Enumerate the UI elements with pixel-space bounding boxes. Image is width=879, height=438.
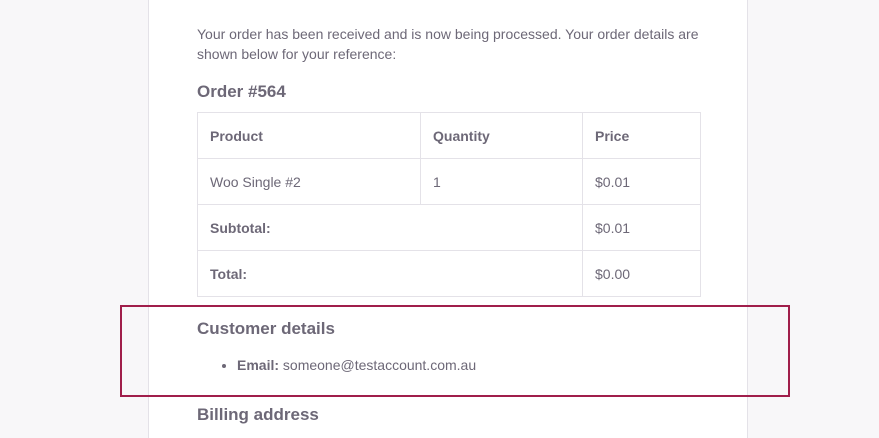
billing-address-title: Billing address: [197, 405, 319, 424]
total-row: Total: $0.00: [197, 250, 701, 297]
order-table: Product Quantity Price Woo Single #2 1 $…: [197, 112, 701, 297]
header-quantity: Quantity: [420, 112, 583, 159]
cell-product: Woo Single #2: [197, 158, 421, 205]
table-row: Woo Single #2 1 $0.01: [197, 158, 701, 205]
customer-details-title: Customer details: [197, 319, 335, 338]
cell-price: $0.01: [582, 158, 701, 205]
list-item: Email: someone@testaccount.com.au: [237, 355, 476, 375]
total-label: Total:: [197, 250, 583, 297]
header-price: Price: [582, 112, 701, 159]
cell-quantity: 1: [420, 158, 583, 205]
email-value: someone@testaccount.com.au: [282, 357, 477, 373]
email-preview-page: Your order has been received and is now …: [0, 0, 879, 438]
order-intro-text: Your order has been received and is now …: [197, 26, 699, 62]
email-label: Email:: [237, 357, 280, 373]
table-header-row: Product Quantity Price: [197, 112, 701, 159]
subtotal-label: Subtotal:: [197, 204, 583, 251]
email-body-card: Your order has been received and is now …: [148, 0, 748, 438]
order-title: Order #564: [197, 82, 286, 101]
customer-details-list: Email: someone@testaccount.com.au: [197, 355, 476, 375]
header-product: Product: [197, 112, 421, 159]
subtotal-value: $0.01: [582, 204, 701, 251]
subtotal-row: Subtotal: $0.01: [197, 204, 701, 251]
total-value: $0.00: [582, 250, 701, 297]
